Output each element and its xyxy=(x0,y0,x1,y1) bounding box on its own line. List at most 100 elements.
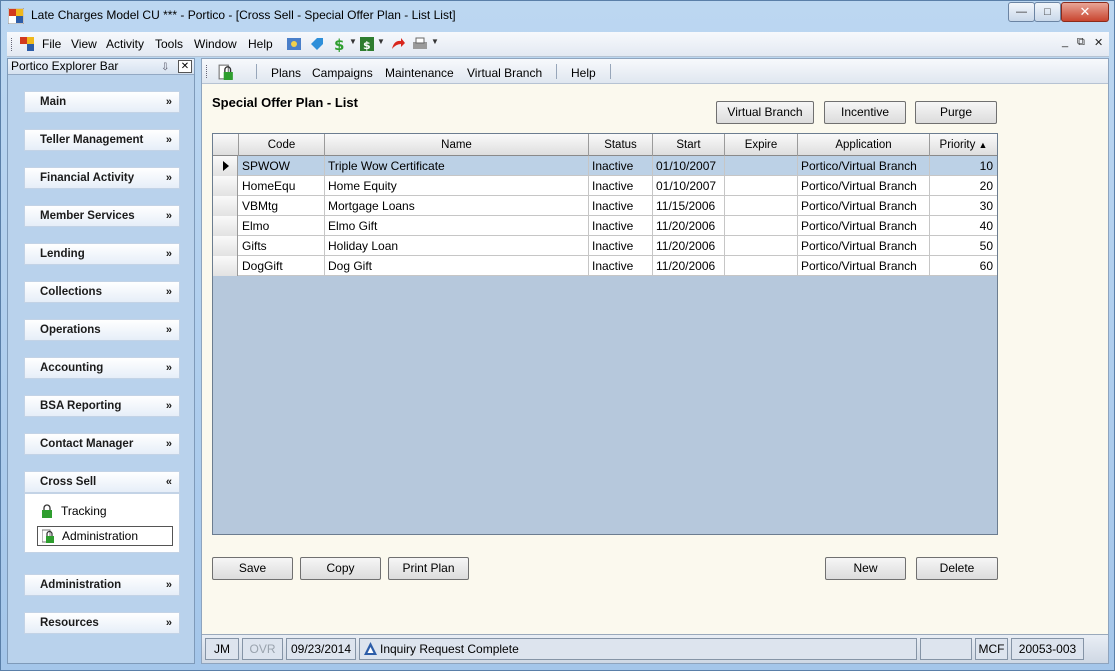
virtual-branch-button[interactable]: Virtual Branch xyxy=(716,101,814,124)
status-message: Inquiry Request Complete xyxy=(380,642,519,656)
menubar-grip[interactable] xyxy=(11,38,14,51)
cell-name: Dog Gift xyxy=(325,256,589,276)
delete-button[interactable]: Delete xyxy=(916,557,998,580)
redo-arrow-icon[interactable] xyxy=(390,36,406,52)
table-row[interactable]: Elmo Elmo Gift Inactive 11/20/2006 Porti… xyxy=(213,216,997,236)
explorer-close-button[interactable]: ✕ xyxy=(178,60,192,73)
menu-help[interactable]: Help xyxy=(248,37,273,51)
menu-tools[interactable]: Tools xyxy=(155,37,183,51)
chevron-down-icon: » xyxy=(165,96,172,108)
plan-grid: Code Name Status Start Expire Applicatio… xyxy=(212,133,998,535)
row-header[interactable] xyxy=(213,236,238,256)
svg-text:$: $ xyxy=(334,36,344,52)
column-header-status[interactable]: Status xyxy=(589,134,653,156)
cell-application: Portico/Virtual Branch xyxy=(798,196,930,216)
cash-drawer-dropdown-icon[interactable]: ▼ xyxy=(377,37,385,46)
column-header-application[interactable]: Application xyxy=(798,134,930,156)
print-plan-button[interactable]: Print Plan xyxy=(388,557,469,580)
mdi-minimize-button[interactable]: _ xyxy=(1062,36,1068,48)
toolbar-campaigns[interactable]: Campaigns xyxy=(312,66,373,80)
cell-status: Inactive xyxy=(589,256,653,276)
toolbar-maintenance[interactable]: Maintenance xyxy=(385,66,454,80)
cell-status: Inactive xyxy=(589,216,653,236)
toolbar-separator xyxy=(556,64,557,79)
cash-drawer-icon[interactable]: $ xyxy=(359,36,375,52)
menu-window[interactable]: Window xyxy=(194,37,237,51)
row-header[interactable] xyxy=(213,176,238,196)
green-lock-page-icon[interactable] xyxy=(218,64,234,80)
maximize-button[interactable]: □ xyxy=(1034,2,1061,22)
nav-resources[interactable]: Resources » xyxy=(24,612,180,634)
nav-accounting[interactable]: Accounting » xyxy=(24,357,180,379)
table-row[interactable]: VBMtg Mortgage Loans Inactive 11/15/2006… xyxy=(213,196,997,216)
row-header[interactable] xyxy=(213,156,238,176)
mdi-restore-button[interactable]: ⧉ xyxy=(1077,36,1085,49)
portico-menu-icon[interactable] xyxy=(19,36,35,52)
table-row[interactable]: SPWOW Triple Wow Certificate Inactive 01… xyxy=(213,156,997,176)
cell-expire xyxy=(725,236,798,256)
column-header-start[interactable]: Start xyxy=(653,134,725,156)
pin-icon[interactable]: ⇩ xyxy=(161,60,169,75)
save-button[interactable]: Save xyxy=(212,557,293,580)
nav-teller-management[interactable]: Teller Management » xyxy=(24,129,180,151)
cell-start: 11/20/2006 xyxy=(653,256,725,276)
tag-icon[interactable] xyxy=(309,36,325,52)
minimize-button[interactable]: — xyxy=(1008,2,1035,22)
cell-expire xyxy=(725,176,798,196)
chevron-down-icon: » xyxy=(165,172,172,184)
column-header-code[interactable]: Code xyxy=(239,134,325,156)
window-title: Late Charges Model CU *** - Portico - [C… xyxy=(31,8,456,22)
nav-member-services[interactable]: Member Services » xyxy=(24,205,180,227)
member-search-icon[interactable] xyxy=(286,36,302,52)
row-header[interactable] xyxy=(213,216,238,236)
printer-dropdown-icon[interactable]: ▼ xyxy=(431,37,439,46)
row-header[interactable] xyxy=(213,196,238,216)
nav-label: Collections xyxy=(40,286,102,298)
nav-administration[interactable]: Administration » xyxy=(24,574,180,596)
nav-collections[interactable]: Collections » xyxy=(24,281,180,303)
close-button[interactable]: ✕ xyxy=(1061,2,1109,22)
nav-lending[interactable]: Lending » xyxy=(24,243,180,265)
table-row[interactable]: Gifts Holiday Loan Inactive 11/20/2006 P… xyxy=(213,236,997,256)
printer-icon[interactable] xyxy=(412,36,428,52)
page-title: Special Offer Plan - List xyxy=(212,95,358,110)
copy-button[interactable]: Copy xyxy=(300,557,381,580)
grid-header: Code Name Status Start Expire Applicatio… xyxy=(213,134,997,156)
column-header-expire[interactable]: Expire xyxy=(725,134,798,156)
nav-label: Cross Sell xyxy=(40,476,97,488)
toolbar-separator xyxy=(256,64,257,79)
chevron-down-icon: » xyxy=(165,579,172,591)
table-row[interactable]: HomeEqu Home Equity Inactive 01/10/2007 … xyxy=(213,176,997,196)
menu-file[interactable]: File xyxy=(42,37,61,51)
nav-cross-sell[interactable]: Cross Sell « xyxy=(24,471,180,493)
toolbar-virtual-branch[interactable]: Virtual Branch xyxy=(467,66,542,80)
nav-operations[interactable]: Operations » xyxy=(24,319,180,341)
content-toolbar: Plans Campaigns Maintenance Virtual Bran… xyxy=(202,59,1108,84)
grid-corner xyxy=(213,134,239,156)
svg-text:$: $ xyxy=(363,39,371,52)
mdi-close-button[interactable]: ✕ xyxy=(1094,36,1103,49)
purge-button[interactable]: Purge xyxy=(915,101,997,124)
nav-bsa-reporting[interactable]: BSA Reporting » xyxy=(24,395,180,417)
column-header-name[interactable]: Name xyxy=(325,134,589,156)
incentive-button[interactable]: Incentive xyxy=(824,101,906,124)
cross-sell-administration[interactable]: Administration xyxy=(37,526,173,546)
menu-view[interactable]: View xyxy=(71,37,97,51)
dollar-dropdown-icon[interactable]: ▼ xyxy=(349,37,357,46)
status-ovr: OVR xyxy=(242,638,283,660)
green-lock-icon xyxy=(42,504,52,518)
cross-sell-tracking[interactable]: Tracking xyxy=(37,502,173,522)
new-button[interactable]: New xyxy=(825,557,906,580)
toolbar-grip[interactable] xyxy=(206,65,209,78)
row-header[interactable] xyxy=(213,256,238,276)
dollar-icon[interactable]: $ xyxy=(331,36,347,52)
nav-main[interactable]: Main » xyxy=(24,91,180,113)
status-blank xyxy=(920,638,972,660)
nav-contact-manager[interactable]: Contact Manager » xyxy=(24,433,180,455)
toolbar-plans[interactable]: Plans xyxy=(271,66,301,80)
table-row[interactable]: DogGift Dog Gift Inactive 11/20/2006 Por… xyxy=(213,256,997,276)
column-header-priority[interactable]: Priority ▲ xyxy=(930,134,997,156)
nav-financial-activity[interactable]: Financial Activity » xyxy=(24,167,180,189)
menu-activity[interactable]: Activity xyxy=(106,37,144,51)
toolbar-help[interactable]: Help xyxy=(571,66,596,80)
